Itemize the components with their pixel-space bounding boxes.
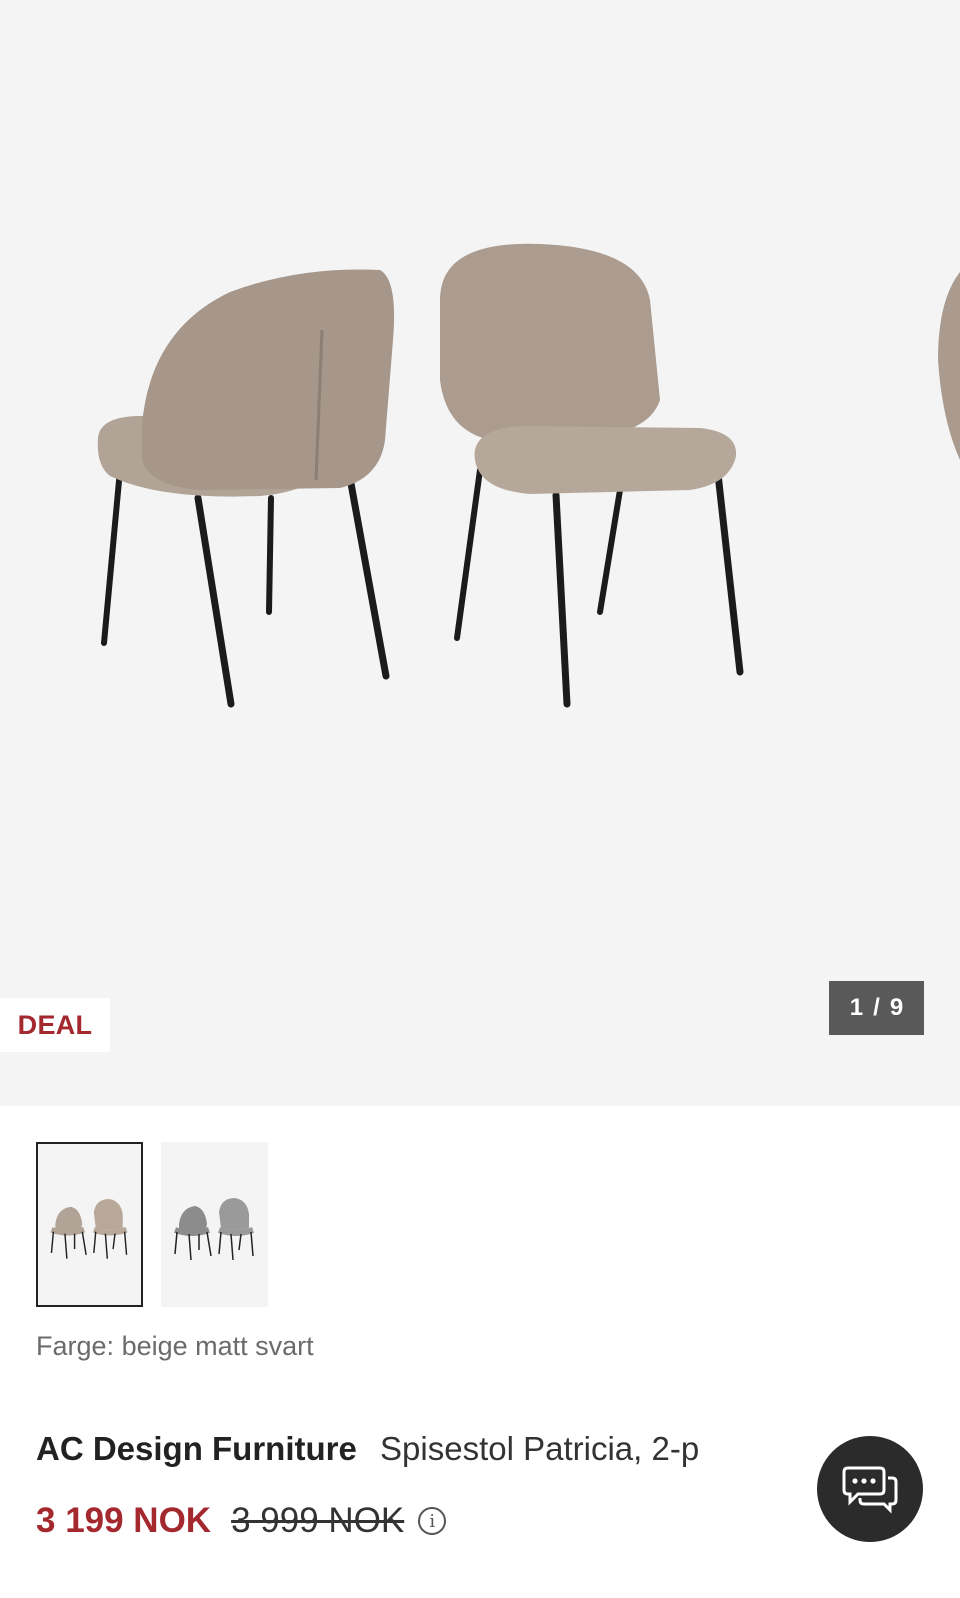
info-icon[interactable]: i [418, 1507, 447, 1535]
deal-badge: DEAL [0, 998, 110, 1052]
color-selection: Farge: beige matt svart [36, 1331, 314, 1362]
image-counter: 1 / 9 [829, 981, 924, 1035]
chair-left [97, 269, 395, 708]
product-image-gallery[interactable]: DEAL 1 / 9 [0, 0, 960, 1106]
thumbnail-beige-image [50, 1198, 128, 1259]
chat-icon [842, 1466, 898, 1514]
product-photo[interactable] [0, 0, 960, 1106]
thumbnail-beige[interactable] [36, 1142, 143, 1307]
thumbnail-grey[interactable] [161, 1142, 268, 1307]
price-row: 3 199 NOK 3 999 NOK i [36, 1501, 447, 1541]
product-name: Spisestol Patricia, 2-p [380, 1430, 700, 1467]
original-price: 3 999 NOK [231, 1501, 405, 1540]
counter-current: 1 [849, 994, 864, 1021]
chat-button[interactable] [817, 1436, 923, 1542]
color-value: beige matt svart [121, 1331, 314, 1361]
thumbnail-grey-image [173, 1198, 254, 1261]
counter-separator: / [873, 994, 880, 1021]
chair-right [440, 243, 744, 708]
color-thumbnails [36, 1142, 268, 1307]
chair-partial [938, 272, 960, 460]
brand-name[interactable]: AC Design Furniture [36, 1430, 357, 1467]
color-label: Farge: [36, 1331, 115, 1361]
product-title: AC Design Furniture Spisestol Patricia, … [36, 1430, 699, 1468]
current-price: 3 199 NOK [36, 1501, 212, 1540]
counter-total: 9 [889, 994, 904, 1021]
